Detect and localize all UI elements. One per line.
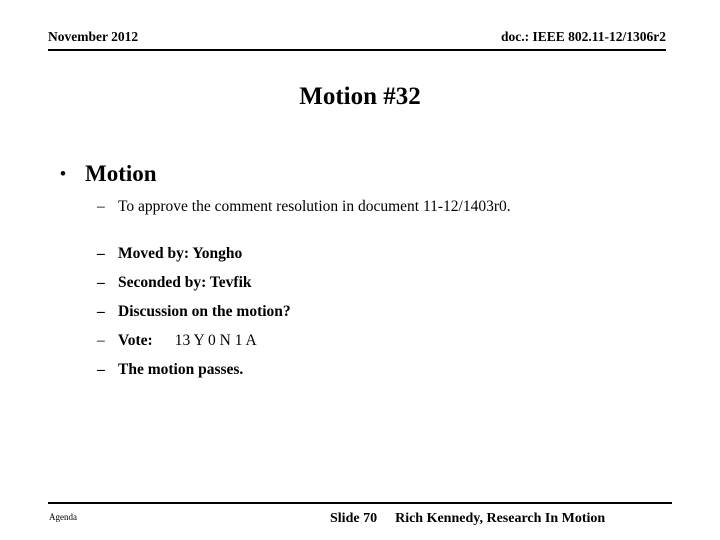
dash-icon: – xyxy=(97,274,105,291)
list-item-label: The motion passes. xyxy=(118,361,244,378)
dash-icon: – xyxy=(97,303,105,320)
footer-slide-number: Slide 70 xyxy=(330,511,378,526)
list-gap xyxy=(48,293,678,301)
list-item-label: Discussion on the motion? xyxy=(118,303,291,320)
list-gap xyxy=(48,322,678,330)
header-date: November 2012 xyxy=(48,29,139,44)
list-item-moved-by: – Moved by: Yongho xyxy=(48,243,678,264)
bullet-dot-icon: • xyxy=(60,164,66,183)
list-item-label: Moved by: Yongho xyxy=(118,245,243,262)
list-item-vote: – Vote: 13 Y 0 N 1 A xyxy=(48,330,678,351)
slide-footer: Slide 70 Rich Kennedy, Research In Motio… xyxy=(330,510,605,528)
footer-author: Rich Kennedy, Research In Motion xyxy=(395,511,606,526)
list-item-motion-passes: – The motion passes. xyxy=(48,359,678,380)
list-item-label: Seconded by: Tevfik xyxy=(118,274,252,291)
list-item-approve: – To approve the comment resolution in d… xyxy=(48,196,678,217)
page-title: Motion #32 xyxy=(299,83,421,110)
slide-canvas: November 2012 doc.: IEEE 802.11-12/1306r… xyxy=(0,0,720,540)
slide-header: November 2012 doc.: IEEE 802.11-12/1306r… xyxy=(48,29,666,50)
list-item-discussion: – Discussion on the motion? xyxy=(48,301,678,322)
dash-icon: – xyxy=(97,332,105,349)
list-gap xyxy=(48,351,678,359)
list-gap xyxy=(48,264,678,272)
vote-label: Vote: xyxy=(118,332,153,349)
list-item-seconded-by: – Seconded by: Tevfik xyxy=(48,272,678,293)
footer-divider xyxy=(48,502,672,504)
list-item-label: To approve the comment resolution in doc… xyxy=(118,198,511,215)
footer-agenda-label: Agenda xyxy=(49,512,77,522)
header-document-number: doc.: IEEE 802.11-12/1306r2 xyxy=(500,29,666,44)
bullet-level1-label: Motion xyxy=(85,161,157,186)
bullet-level1-motion: • Motion xyxy=(48,160,678,188)
slide-body: • Motion – To approve the comment resolu… xyxy=(48,160,678,380)
dash-icon: – xyxy=(97,245,105,262)
header-divider xyxy=(48,49,666,51)
vote-tally: 13 Y 0 N 1 A xyxy=(174,332,257,349)
dash-icon: – xyxy=(97,361,105,378)
dash-icon: – xyxy=(97,198,105,215)
